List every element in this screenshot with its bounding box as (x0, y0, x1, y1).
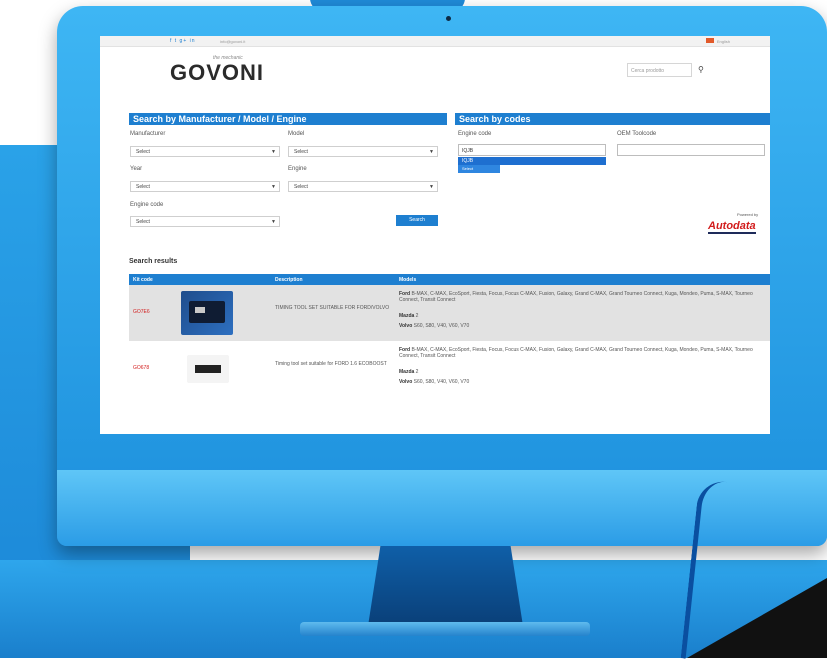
tool-icon (195, 365, 221, 373)
website-screen: f t g+ in info@govoni.it English the mec… (100, 36, 770, 434)
chevron-down-icon: ▼ (429, 184, 434, 190)
engine-code-select[interactable]: Select ▼ (130, 216, 280, 227)
models-mazda: Mazda 2 (399, 369, 418, 375)
ford-models: B-MAX, C-MAX, EcoSport, Fiesta, Focus, F… (399, 291, 753, 303)
year-select-value: Select (136, 184, 150, 190)
chevron-down-icon: ▼ (271, 219, 276, 225)
manufacturer-select-value: Select (136, 149, 150, 155)
codes-search-header: Search by codes (455, 113, 770, 125)
social-icons[interactable]: f t g+ in (170, 38, 196, 44)
product-description: Timing tool set suitable for FORD 1.6 EC… (275, 361, 387, 367)
engine-code-input[interactable]: IQJB (458, 144, 606, 156)
table-row[interactable]: GO7E6 TIMING TOOL SET SUITABLE FOR FORD/… (129, 285, 770, 341)
kit-code-link[interactable]: GO678 (133, 365, 149, 371)
search-icon[interactable]: ⚲ (698, 65, 704, 74)
uk-flag-icon[interactable] (706, 38, 714, 43)
kit-code-link[interactable]: GO7E6 (133, 309, 150, 315)
results-table-header: Kit code Description Models (129, 274, 770, 285)
product-description: TIMING TOOL SET SUITABLE FOR FORD/VOLVO (275, 305, 390, 311)
models-volvo: Volvo S60, S80, V40, V60, V70 (399, 379, 469, 385)
brand-label: Volvo (399, 379, 413, 385)
volvo-models: S60, S80, V40, V60, V70 (413, 323, 470, 329)
govoni-logo[interactable]: GOVONI (170, 60, 264, 86)
chevron-down-icon: ▼ (271, 149, 276, 155)
chevron-down-icon: ▼ (429, 149, 434, 155)
search-button[interactable]: Search (396, 215, 438, 226)
models-ford: Ford B-MAX, C-MAX, EcoSport, Fiesta, Foc… (399, 291, 767, 303)
chevron-down-icon: ▼ (271, 184, 276, 190)
product-image[interactable] (187, 355, 229, 383)
product-image[interactable] (181, 291, 233, 335)
col-description: Description (275, 277, 303, 283)
manufacturer-search-header: Search by Manufacturer / Model / Engine (129, 113, 447, 125)
mazda-models: 2 (415, 369, 419, 375)
language-selector[interactable]: English (717, 39, 730, 44)
engine-code-label: Engine code (130, 202, 164, 208)
monitor-stand (368, 546, 523, 626)
manufacturer-label: Manufacturer (130, 131, 166, 137)
model-label: Model (288, 131, 305, 137)
oem-toolcode-label: OEM Toolcode (617, 131, 657, 137)
camera-icon (446, 16, 451, 21)
autodata-logo: Autodata (708, 220, 756, 234)
year-select[interactable]: Select ▼ (130, 181, 280, 192)
engine-label: Engine (288, 166, 307, 172)
engine-code-suggestion[interactable]: IQJB (458, 157, 606, 165)
model-select-value: Select (294, 149, 308, 155)
engine-code-select-value: Select (136, 219, 150, 225)
header-search-input[interactable]: Cerca prodotto (627, 63, 692, 77)
top-bar: f t g+ in info@govoni.it English (100, 36, 770, 47)
oem-toolcode-input[interactable] (617, 144, 765, 156)
models-volvo: Volvo S60, S80, V40, V60, V70 (399, 323, 469, 329)
ford-models: B-MAX, C-MAX, EcoSport, Fiesta, Focus, F… (399, 347, 753, 359)
brand-label: Mazda (399, 313, 415, 319)
engine-select[interactable]: Select ▼ (288, 181, 438, 192)
search-results-title: Search results (129, 258, 178, 265)
col-models: Models (399, 277, 417, 283)
col-kit-code: Kit code (133, 277, 153, 283)
code-engine-label: Engine code (458, 131, 492, 137)
model-select[interactable]: Select ▼ (288, 146, 438, 157)
engine-code-suggestion-select[interactable]: Select (458, 165, 500, 173)
brand-label: Volvo (399, 323, 413, 329)
powered-by-label: Powered by (737, 212, 759, 217)
mazda-models: 2 (415, 313, 419, 319)
manufacturer-select[interactable]: Select ▼ (130, 146, 280, 157)
contact-link[interactable]: info@govoni.it (220, 39, 245, 44)
monitor-base (300, 622, 590, 636)
brand-label: Mazda (399, 369, 415, 375)
tool-icon (195, 307, 205, 313)
engine-select-value: Select (294, 184, 308, 190)
models-mazda: Mazda 2 (399, 313, 418, 319)
volvo-models: S60, S80, V40, V60, V70 (413, 379, 470, 385)
year-label: Year (130, 166, 143, 172)
models-ford: Ford B-MAX, C-MAX, EcoSport, Fiesta, Foc… (399, 347, 767, 359)
table-row[interactable]: GO678 Timing tool set suitable for FORD … (129, 341, 770, 397)
